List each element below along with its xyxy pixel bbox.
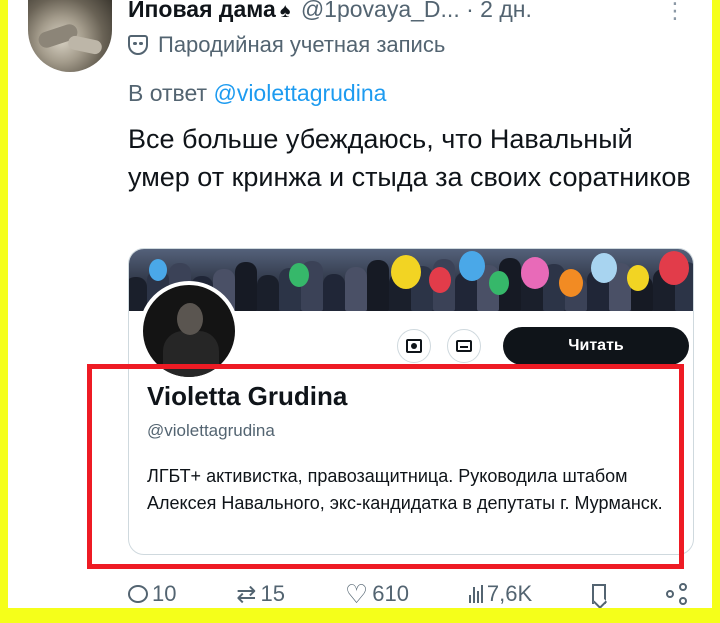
cat-shape — [66, 34, 104, 56]
banner-balloon — [391, 255, 421, 289]
banner-balloon — [559, 269, 583, 297]
banner-balloon — [149, 259, 167, 281]
banner-balloon — [591, 253, 617, 283]
views-icon — [468, 585, 483, 603]
separator-dot: · — [466, 0, 474, 22]
banner-balloon — [627, 265, 649, 291]
reply-context: В ответ @violettagrudina — [128, 80, 386, 107]
retweet-icon: ⇄ — [236, 580, 257, 608]
views-button[interactable]: 7,6K — [468, 581, 533, 607]
banner-balloon — [459, 251, 485, 281]
author-name[interactable]: Иповая дама — [128, 0, 276, 22]
like-count: 610 — [372, 581, 409, 606]
share-button[interactable] — [665, 583, 688, 605]
reply-prefix: В ответ — [128, 80, 208, 106]
banner-crowd-figure — [235, 262, 257, 311]
follow-button[interactable]: Читать — [503, 327, 689, 365]
banner-crowd-figure — [367, 260, 389, 311]
reply-mention-link[interactable]: @violettagrudina — [213, 80, 386, 106]
banner-balloon — [489, 271, 509, 295]
message-icon — [456, 340, 472, 352]
message-button[interactable] — [447, 329, 481, 363]
red-highlight-box — [87, 364, 684, 569]
banner-balloon — [659, 251, 689, 285]
views-count: 7,6K — [486, 581, 533, 606]
retweet-count: 15 — [260, 581, 285, 606]
banner-crowd-figure — [345, 267, 367, 311]
banner-balloon — [521, 257, 549, 289]
parody-text: Пародийная учетная запись — [158, 32, 446, 57]
banner-crowd-figure — [129, 277, 147, 311]
share-icon — [665, 583, 688, 605]
banner-balloon — [429, 267, 451, 293]
subscribe-button[interactable] — [397, 329, 431, 363]
author-handle[interactable]: @1povaya_D... — [301, 0, 460, 22]
action-bar: 10 ⇄ 15 ♡ 610 7,6K — [128, 578, 688, 608]
more-icon[interactable]: ⋮ — [664, 0, 686, 24]
reply-icon — [128, 585, 148, 603]
mask-icon — [128, 35, 148, 55]
spade-icon: ♠ — [279, 0, 291, 22]
banner-balloon — [289, 263, 309, 287]
tweet-text: Все больше убеждаюсь, что Навальный умер… — [128, 124, 691, 192]
tweet-time[interactable]: 2 дн. — [480, 0, 532, 22]
banner-crowd-figure — [257, 275, 279, 311]
like-button[interactable]: ♡ 610 — [345, 579, 409, 609]
tweet-header: Иповая дама ♠ @1povaya_D... · 2 дн. — [128, 0, 532, 26]
bookmark-button[interactable] — [592, 584, 607, 604]
bookmark-icon — [592, 584, 607, 604]
parody-label: Пародийная учетная запись — [128, 32, 445, 58]
banner-crowd-figure — [323, 274, 345, 311]
avatar-face — [177, 303, 203, 335]
like-icon: ♡ — [344, 578, 369, 609]
reply-count: 10 — [152, 581, 177, 606]
subscribe-icon — [406, 339, 422, 353]
author-avatar[interactable] — [28, 0, 112, 72]
reply-button[interactable]: 10 — [128, 581, 176, 607]
retweet-button[interactable]: ⇄ 15 — [236, 580, 285, 609]
